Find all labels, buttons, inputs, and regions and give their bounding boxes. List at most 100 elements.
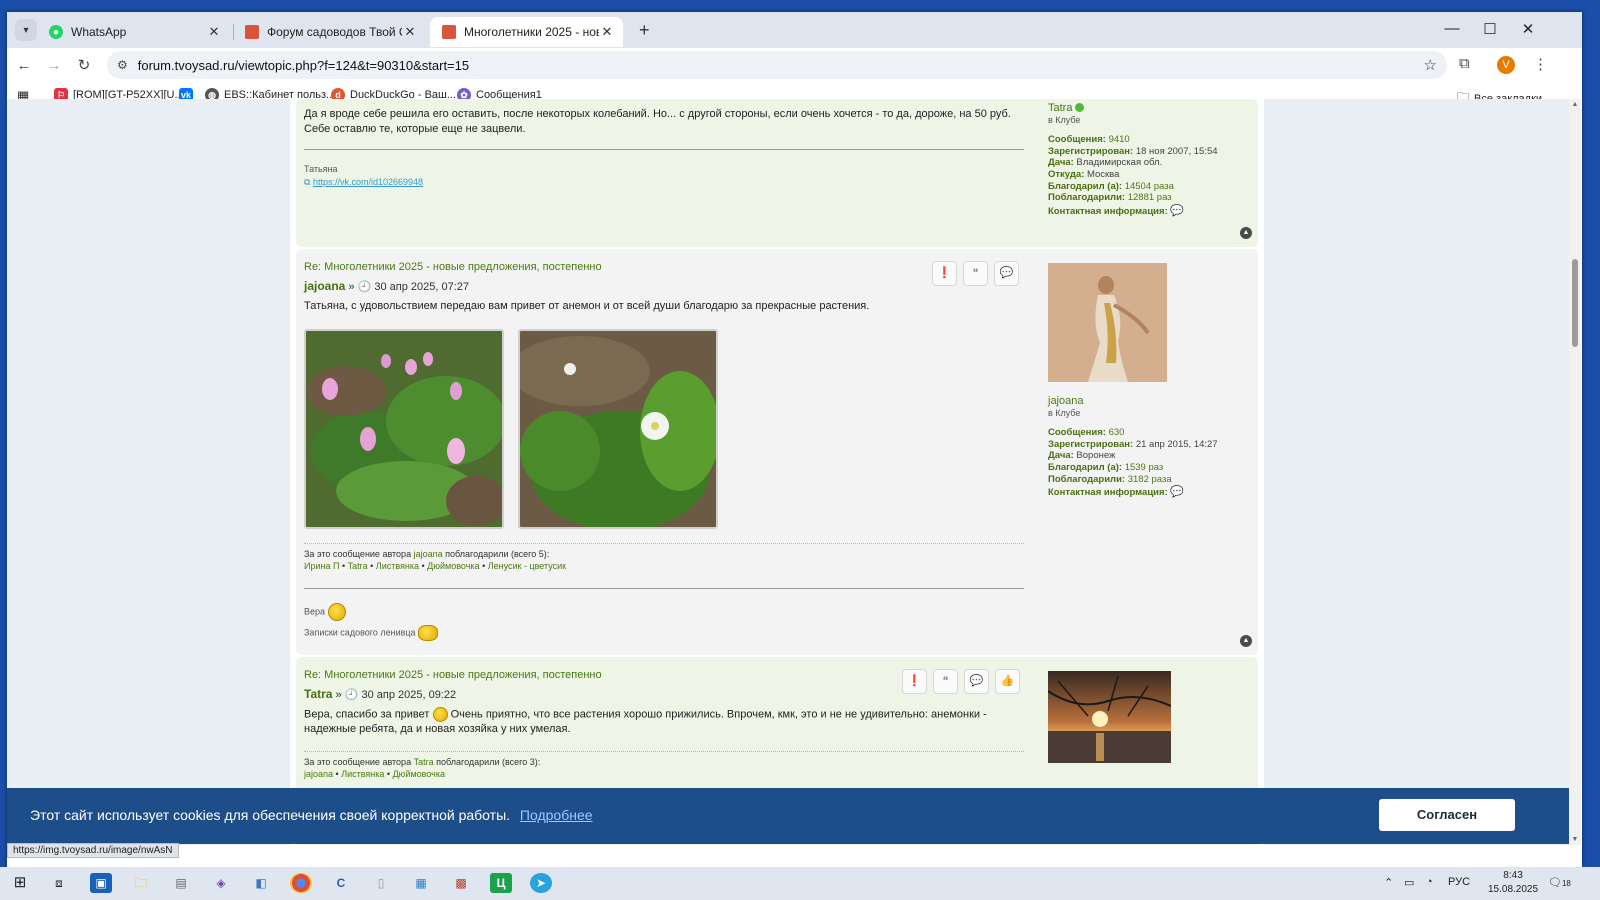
avatar-jajoana[interactable]	[1048, 263, 1167, 382]
telegram-icon[interactable]: ➤	[530, 873, 552, 893]
forward-icon[interactable]: →	[43, 55, 65, 77]
clock-icon: 🕘	[357, 281, 372, 293]
report-icon[interactable]: ❗	[902, 669, 927, 694]
reply-icon[interactable]: 💬	[994, 261, 1019, 286]
app-icon[interactable]: ▩	[450, 873, 472, 893]
signature-divider	[304, 149, 1024, 150]
reload-icon[interactable]: ↻	[73, 55, 95, 77]
photo-white-anemone[interactable]	[518, 329, 718, 529]
thanker-link[interactable]: Дюймовочка	[427, 561, 479, 571]
tab-search-icon[interactable]: ▾	[15, 19, 37, 41]
maximize-icon[interactable]: ☐	[1475, 20, 1505, 38]
tab-active-topic[interactable]: Многолетники 2025 - новые п ✕	[430, 17, 623, 47]
thanker-link[interactable]: Ленусик - цветусик	[488, 561, 566, 571]
page-scrollbar[interactable]: ▲ ▼	[1569, 99, 1581, 845]
close-icon[interactable]: ✕	[402, 24, 418, 40]
signature-divider	[304, 588, 1024, 589]
document-icon[interactable]: ▯	[370, 873, 392, 893]
new-tab-icon[interactable]: +	[639, 20, 650, 41]
address-bar[interactable]: ⚙ forum.tvoysad.ru/viewtopic.php?f=124&t…	[107, 51, 1447, 79]
back-to-top-icon[interactable]: ▲	[1240, 635, 1252, 647]
pink-anemone-image	[306, 331, 502, 527]
clock[interactable]: 8:43 15.08.2025	[1488, 869, 1538, 897]
post-author[interactable]: jajoana	[304, 279, 345, 293]
reply-icon[interactable]: 💬	[964, 669, 989, 694]
sleepy-smiley-icon	[418, 625, 439, 641]
app-icon[interactable]: ▦	[410, 873, 432, 893]
signature-link[interactable]: ⧉ https://vk.com/id102669948	[304, 177, 1024, 188]
tab-forum[interactable]: Форум садоводов Твой Сад - ✕	[233, 17, 426, 47]
menu-icon[interactable]: ⋮	[1533, 55, 1548, 73]
thanker-link[interactable]: Листвянка	[376, 561, 419, 571]
store-icon[interactable]: ▣	[90, 873, 112, 893]
wifi-icon[interactable]: ◔	[1426, 876, 1433, 888]
minimize-icon[interactable]: —	[1437, 20, 1467, 37]
back-to-top-icon[interactable]: ▲	[1240, 227, 1252, 239]
windows-start-icon[interactable]: ⊞	[9, 873, 31, 893]
cookie-accept-button[interactable]: Согласен	[1379, 799, 1515, 831]
thanker-link[interactable]: Ирина П	[304, 561, 339, 571]
thanker-link[interactable]: Дюймовочка	[393, 769, 445, 779]
fresco-avatar-image	[1048, 263, 1167, 382]
profile-tatra: Tatra в Клубе Сообщения: 9410 Зарегистри…	[1048, 102, 1218, 217]
post-author[interactable]: Tatra	[304, 687, 332, 701]
post-actions: ❗ ❝ 💬 👍	[902, 669, 1020, 694]
app-icon[interactable]: ◧	[250, 873, 272, 893]
extensions-icon[interactable]: ⧉	[1459, 55, 1470, 72]
quote-icon[interactable]: ❝	[933, 669, 958, 694]
app-icon[interactable]: Ц	[490, 873, 512, 893]
chrome-icon[interactable]	[290, 873, 312, 893]
cookie-more-link[interactable]: Подробнее	[520, 807, 593, 823]
taskbar: ⊞ ⧈ ▣ 🗀 ▤ ◈ ◧ C ▯ ▦ ▩ Ц ➤ ⌃ ▭ ◔ РУС 8:43…	[0, 867, 1600, 900]
site-settings-icon[interactable]: ⚙	[117, 58, 128, 72]
bookmark-star-icon[interactable]: ☆	[1424, 56, 1437, 74]
app-icon[interactable]: ◈	[210, 873, 232, 893]
close-icon[interactable]: ✕	[206, 24, 222, 40]
post-author-line: jajoana » 🕘 30 апр 2025, 07:27	[304, 279, 470, 293]
photo-pink-anemones[interactable]	[304, 329, 504, 529]
tray-chevron-icon[interactable]: ⌃	[1384, 876, 1393, 889]
signature-name: Татьяна	[304, 164, 338, 174]
battery-icon[interactable]: ▭	[1404, 876, 1414, 889]
scroll-down-icon[interactable]: ▼	[1569, 836, 1581, 843]
smiley-icon	[432, 707, 448, 722]
file-explorer-icon[interactable]: 🗀	[130, 873, 152, 893]
post-text: Вера, спасибо за привет Очень приятно, ч…	[304, 707, 987, 736]
scroll-thumb[interactable]	[1572, 259, 1578, 347]
forum-content: Да я вроде себе решила его оставить, пос…	[290, 99, 1264, 845]
online-status-icon	[1075, 103, 1085, 112]
profile-avatar[interactable]: V	[1497, 56, 1515, 74]
back-icon[interactable]: ←	[13, 55, 35, 77]
contact-bubble-icon[interactable]: 💬	[1170, 486, 1184, 498]
sunset-avatar-image	[1048, 671, 1171, 763]
task-view-icon[interactable]: ⧈	[48, 873, 70, 893]
scroll-up-icon[interactable]: ▲	[1569, 101, 1581, 108]
tab-whatsapp[interactable]: ● WhatsApp ✕	[37, 17, 230, 47]
signature: Вера	[304, 603, 1024, 621]
profile-messages[interactable]: 9410	[1109, 134, 1130, 145]
profile-username[interactable]: Tatra	[1048, 102, 1072, 114]
thanker-link[interactable]: jajoana	[304, 769, 333, 779]
thumbs-up-icon[interactable]: 👍	[995, 669, 1020, 694]
thanker-link[interactable]: Tatra	[348, 561, 368, 571]
language-indicator[interactable]: РУС	[1448, 876, 1470, 888]
tab-title: WhatsApp	[71, 25, 127, 39]
quote-icon[interactable]: ❝	[963, 261, 988, 286]
thanks-list: За это сообщение автора jajoana поблагод…	[304, 543, 1024, 572]
report-icon[interactable]: ❗	[932, 261, 957, 286]
tab-title: Форум садоводов Твой Сад -	[267, 25, 402, 39]
forum-icon	[245, 25, 259, 39]
contact-bubble-icon[interactable]: 💬	[1170, 205, 1184, 217]
close-window-icon[interactable]: ✕	[1513, 20, 1543, 38]
post-jajoana: Re: Многолетники 2025 - новые предложени…	[296, 249, 1258, 655]
profile-username[interactable]: jajoana	[1048, 395, 1218, 408]
thanker-link[interactable]: Листвянка	[341, 769, 384, 779]
ccleaner-icon[interactable]: C	[330, 873, 352, 893]
tab-title: Многолетники 2025 - новые п	[464, 25, 599, 39]
notifications-icon[interactable]: 🗨18	[1548, 876, 1571, 889]
app-icon[interactable]: ▤	[170, 873, 192, 893]
close-icon[interactable]: ✕	[599, 24, 615, 40]
post-title[interactable]: Re: Многолетники 2025 - новые предложени…	[304, 261, 1024, 273]
smiley-icon	[327, 603, 346, 621]
avatar-tatra[interactable]	[1048, 671, 1171, 763]
